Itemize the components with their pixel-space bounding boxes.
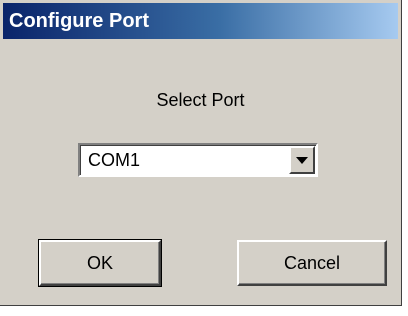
dialog-title: Configure Port [3, 3, 398, 39]
dropdown-button[interactable] [289, 146, 315, 174]
cancel-button[interactable]: Cancel [237, 240, 387, 286]
select-port-label: Select Port [156, 90, 245, 110]
port-select[interactable]: COM1 [78, 143, 318, 177]
port-select-value: COM1 [88, 150, 141, 170]
configure-port-dialog: Configure Port Select Port COM1 OK Cance… [0, 0, 402, 306]
chevron-down-icon [296, 156, 308, 164]
ok-button[interactable]: OK [38, 239, 162, 287]
